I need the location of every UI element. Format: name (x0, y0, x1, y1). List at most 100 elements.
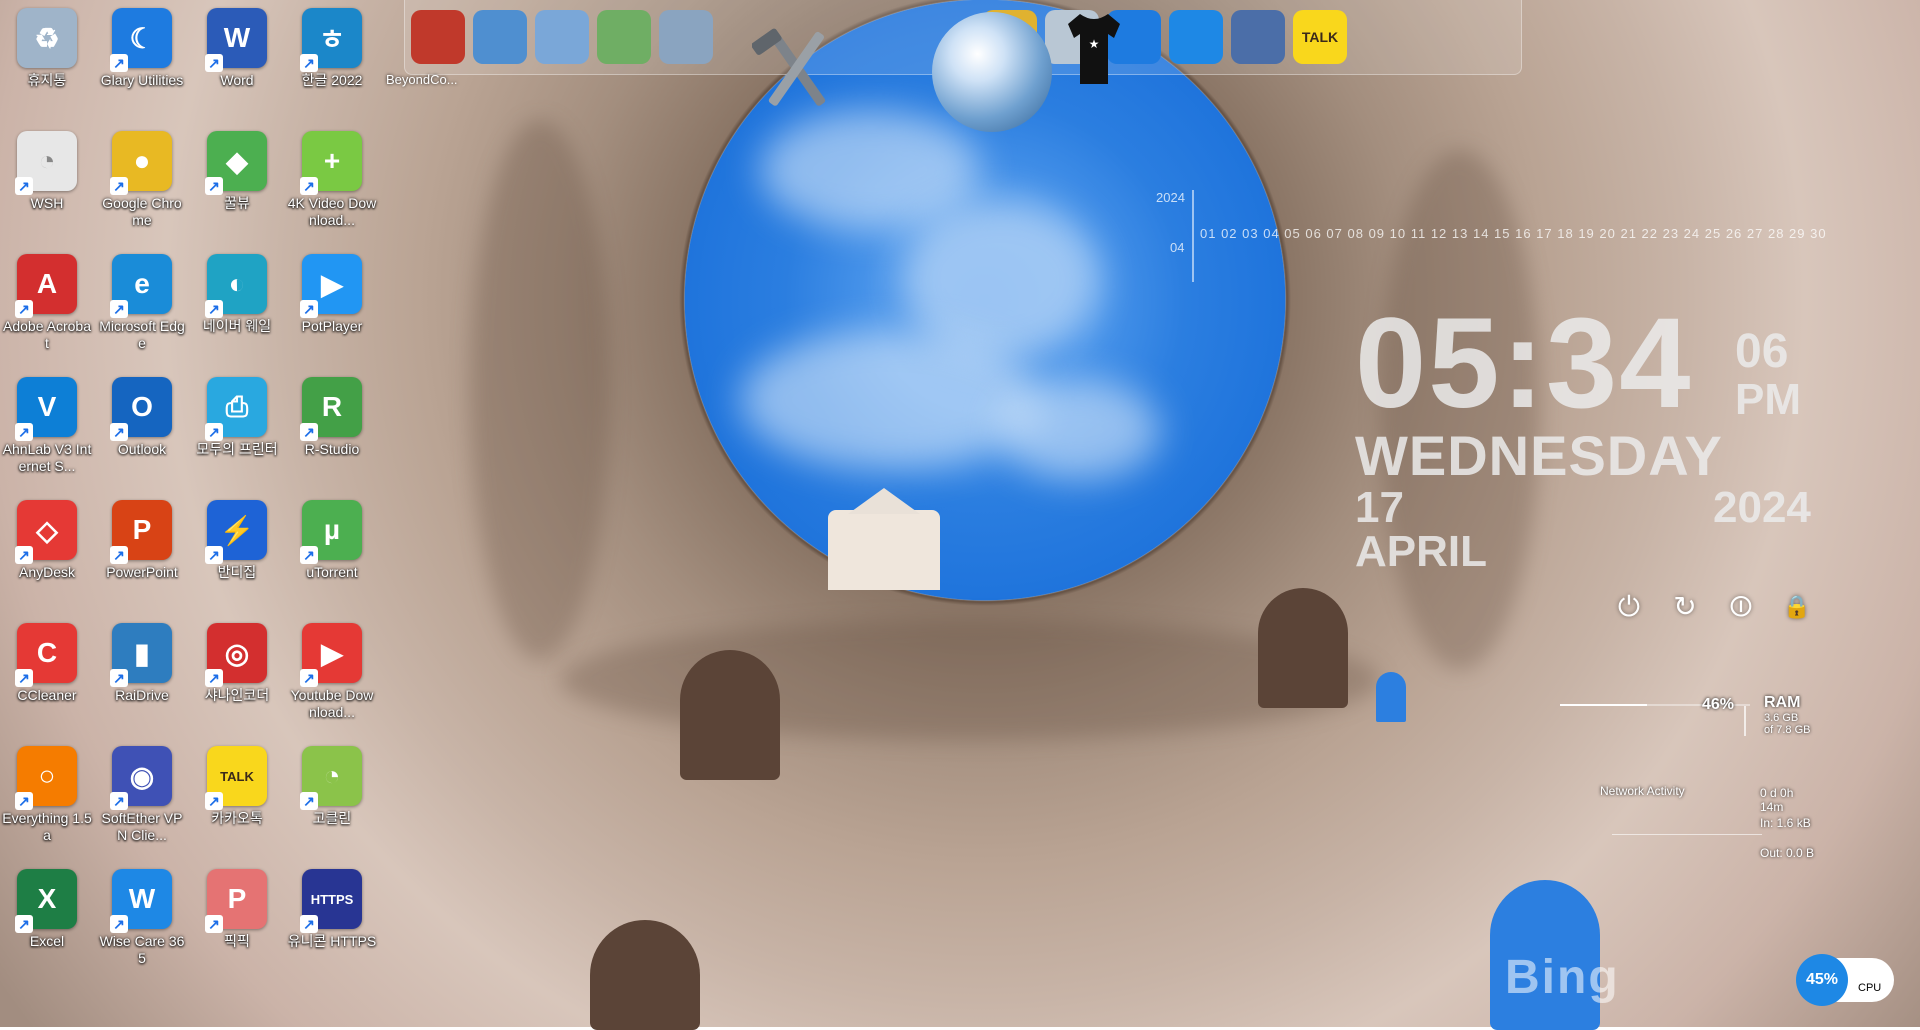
desktop-icon[interactable]: ◇ ↗ AnyDesk (2, 500, 92, 581)
everything-icon: ○ ↗ (15, 746, 77, 810)
restart-icon[interactable]: ↻ (1670, 592, 1700, 622)
desktop-icon[interactable]: ◐ ↗ 네이버 웨일 (192, 254, 282, 335)
shortcut-arrow-icon: ↗ (110, 546, 128, 564)
clock-time: 05:34 (1355, 292, 1693, 435)
desktop-icon-label: Adobe Acrobat (3, 318, 91, 351)
shortcut-arrow-icon: ↗ (205, 300, 223, 318)
desktop-icon-label: 한글 2022 (301, 72, 363, 88)
globe-icon[interactable] (932, 12, 1052, 132)
lock-icon[interactable]: 🔒 (1782, 592, 1812, 622)
calendar-month: 04 (1170, 240, 1185, 255)
desktop-icon[interactable]: ◔ ↗ WSH (2, 131, 92, 212)
picpick-icon: P ↗ (205, 869, 267, 933)
ram-bar-fill (1560, 704, 1648, 706)
desktop-icon[interactable]: µ ↗ uTorrent (287, 500, 377, 581)
desktop-icon[interactable]: P ↗ 픽픽 (192, 869, 282, 950)
kakaotalk-icon[interactable]: TALK (1293, 10, 1347, 64)
shortcut-arrow-icon: ↗ (110, 423, 128, 441)
desktop-icon[interactable]: X ↗ Excel (2, 869, 92, 950)
desktop-icon[interactable]: ◆ ↗ 꿀뷰 (192, 131, 282, 212)
sleep-icon[interactable]: ⏼ (1726, 592, 1756, 622)
whale-icon: ◐ ↗ (205, 254, 267, 318)
shutdown-icon[interactable]: ⏻ (1614, 592, 1644, 622)
cpu-widget[interactable]: 45% CPU (1796, 954, 1896, 1006)
desktop-icon[interactable]: HTTPS ↗ 유니콘 HTTPS (287, 869, 377, 950)
shortcut-arrow-icon: ↗ (205, 915, 223, 933)
chrome-icon: ● ↗ (110, 131, 172, 195)
shortcut-arrow-icon: ↗ (110, 54, 128, 72)
desktop-icon[interactable]: ▮ ↗ RaiDrive (97, 623, 187, 704)
desktop-icon-label: uTorrent (306, 564, 358, 580)
r-studio-icon[interactable] (1231, 10, 1285, 64)
shortcut-arrow-icon: ↗ (300, 915, 318, 933)
bell-tower (828, 510, 940, 590)
desktop-icon[interactable]: ㅎ ↗ 한글 2022 (287, 8, 377, 89)
hangul-icon: ㅎ ↗ (300, 8, 362, 72)
shortcut-arrow-icon: ↗ (110, 792, 128, 810)
desktop-icon[interactable]: W ↗ Word (192, 8, 282, 89)
shortcut-arrow-icon: ↗ (205, 669, 223, 687)
desktop-icon-label: RaiDrive (115, 687, 169, 703)
ccleaner-icon: C ↗ (15, 623, 77, 687)
desktop-icon[interactable]: ◔ ↗ 고클린 (287, 746, 377, 827)
shortcut-arrow-icon: ↗ (205, 177, 223, 195)
dock-label: BeyondCo... (386, 72, 458, 87)
shana-encoder-icon: ◎ ↗ (205, 623, 267, 687)
desktop-icon[interactable]: P ↗ PowerPoint (97, 500, 187, 581)
desktop-icon[interactable]: e ↗ Microsoft Edge (97, 254, 187, 352)
shortcut-arrow-icon: ↗ (110, 300, 128, 318)
desktop-icon[interactable]: C ↗ CCleaner (2, 623, 92, 704)
cd-burner-icon[interactable] (411, 10, 465, 64)
desktop-icon-label: 샤나인코더 (204, 687, 270, 703)
desktop-icon[interactable]: W ↗ Wise Care 365 (97, 869, 187, 967)
tshirt-icon[interactable]: ★ (1062, 8, 1126, 88)
utorrent-icon: µ ↗ (300, 500, 362, 564)
desktop-icon[interactable]: TALK ↗ 카카오톡 (192, 746, 282, 827)
folder-open-icon[interactable] (659, 10, 713, 64)
word-icon: W ↗ (205, 8, 267, 72)
shortcut-arrow-icon: ↗ (205, 54, 223, 72)
desktop-icon[interactable]: V ↗ AhnLab V3 Internet S... (2, 377, 92, 475)
desktop-icon[interactable]: O ↗ Outlook (97, 377, 187, 458)
network-globe-icon[interactable] (473, 10, 527, 64)
desktop-icon[interactable]: ● ↗ Google Chrome (97, 131, 187, 229)
desktop-icon[interactable]: A ↗ Adobe Acrobat (2, 254, 92, 352)
desktop-icon-label: 꿀뷰 (224, 195, 250, 211)
desktop-icon[interactable]: ▶ ↗ PotPlayer (287, 254, 377, 335)
shortcut-arrow-icon: ↗ (110, 177, 128, 195)
desktop-icon[interactable]: ○ ↗ Everything 1.5a (2, 746, 92, 844)
desktop-icon[interactable]: ⎙ ↗ 모두의 프린터 (192, 377, 282, 458)
ram-title: RAM (1764, 694, 1801, 711)
folder-icon[interactable] (535, 10, 589, 64)
clock-year: 2024 (1713, 483, 1811, 532)
ram-total: of 7.8 GB (1764, 724, 1811, 736)
desktop-icon-label: PotPlayer (301, 318, 363, 334)
printer-icon: ⎙ ↗ (205, 377, 267, 441)
wise-shield-icon[interactable] (1169, 10, 1223, 64)
clock-ampm: PM (1735, 375, 1801, 424)
desktop-icon[interactable]: ▶ ↗ Youtube Download... (287, 623, 377, 721)
clock-weekday: WEDNESDAY (1355, 424, 1723, 487)
acrobat-icon: A ↗ (15, 254, 77, 318)
desktop-icon-label: 고클린 (312, 810, 352, 826)
recycle-bin-icon: ♻ (17, 8, 77, 68)
tools-icon[interactable] (752, 18, 842, 118)
desktop-icon[interactable]: ♻ 휴지통 (2, 8, 92, 89)
desktop-icon-label: 휴지통 (27, 72, 67, 88)
desktop-icon[interactable]: ◎ ↗ 샤나인코더 (192, 623, 282, 704)
anydesk-icon: ◇ ↗ (15, 500, 77, 564)
powerpoint-icon: P ↗ (110, 500, 172, 564)
desktop-icon[interactable]: ☾ ↗ Glary Utilities (97, 8, 187, 89)
desktop-icon[interactable]: ◉ ↗ SoftEther VPN Clie... (97, 746, 187, 844)
shortcut-arrow-icon: ↗ (300, 546, 318, 564)
desktop-icon-label: 카카오톡 (211, 810, 263, 826)
desktop-icon[interactable]: + ↗ 4K Video Download... (287, 131, 377, 229)
youtube-downloader-icon: ▶ ↗ (300, 623, 362, 687)
desktop-icon-label: 4K Video Download... (287, 195, 377, 228)
cpu-percent: 45% (1796, 954, 1848, 1006)
desktop-icon[interactable]: ⚡ ↗ 반디집 (192, 500, 282, 581)
honeyview-icon: ◆ ↗ (205, 131, 267, 195)
desktop-icon[interactable]: R ↗ R-Studio (287, 377, 377, 458)
green-folder-icon[interactable] (597, 10, 651, 64)
desktop-icon-label: PowerPoint (106, 564, 178, 580)
